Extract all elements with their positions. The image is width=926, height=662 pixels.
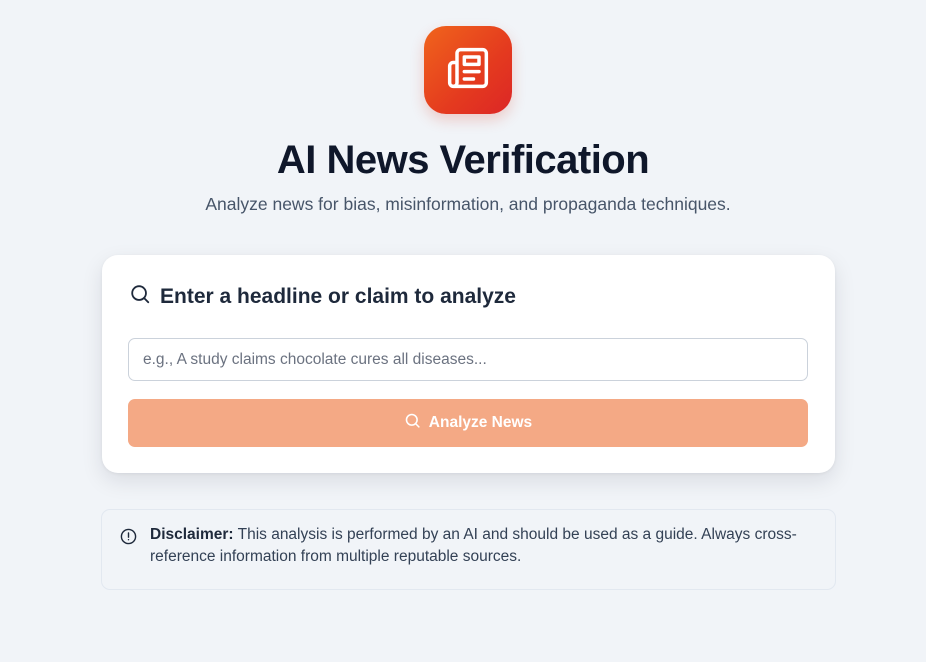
disclaimer-box: Disclaimer: This analysis is performed b… bbox=[101, 509, 836, 590]
page: AI News Verification Analyze news for bi… bbox=[0, 0, 926, 662]
disclaimer-text: Disclaimer: This analysis is performed b… bbox=[150, 524, 810, 568]
newspaper-icon bbox=[446, 46, 490, 95]
headline-input[interactable] bbox=[128, 338, 808, 381]
analyze-card: Enter a headline or claim to analyze Ana… bbox=[102, 255, 835, 473]
page-subtitle: Analyze news for bias, misinformation, a… bbox=[205, 194, 731, 214]
page-title: AI News Verification bbox=[276, 138, 650, 182]
disclaimer-body: This analysis is performed by an AI and … bbox=[150, 526, 797, 565]
app-logo bbox=[424, 26, 512, 114]
disclaimer-label: Disclaimer: bbox=[150, 526, 234, 543]
analyze-news-button[interactable]: Analyze News bbox=[128, 399, 808, 447]
info-circle-icon bbox=[120, 528, 137, 550]
search-icon bbox=[404, 412, 421, 434]
card-heading: Enter a headline or claim to analyze bbox=[160, 284, 516, 308]
card-header: Enter a headline or claim to analyze bbox=[129, 283, 516, 310]
search-icon bbox=[129, 283, 151, 310]
analyze-button-label: Analyze News bbox=[428, 414, 533, 431]
